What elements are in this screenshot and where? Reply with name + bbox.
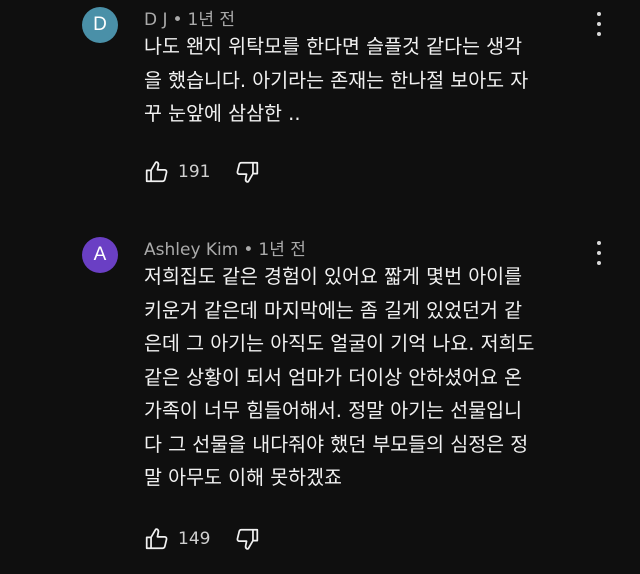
comment-text-line: 을 했습니다. 아기라는 존재는 한나절 보아도 자 [144, 68, 529, 92]
avatar-letter: A [93, 244, 107, 265]
comment-text-line: 키운거 같은데 마지막에는 좀 길게 있었던거 같 [144, 298, 523, 322]
thumbs-up-icon[interactable] [144, 526, 170, 552]
like-button[interactable]: 191 [144, 159, 210, 185]
meta-separator: • [243, 240, 254, 260]
comment-time[interactable]: 1년 전 [188, 10, 236, 30]
thumbs-up-icon[interactable] [144, 159, 170, 185]
comment-actions: 149 [144, 525, 260, 553]
comment-text-line: 은데 그 아기는 아직도 얼굴이 기억 나요. 저희도 [144, 332, 535, 355]
comment-meta: Ashley Kim • 1년 전 [144, 235, 306, 260]
meta-separator: • [172, 10, 183, 30]
dislike-button[interactable] [234, 526, 260, 552]
comment-text-line: 꾸 눈앞에 삼삼한 .. [144, 102, 301, 125]
comment-text-line: 말 아무도 이해 못하겠죠 [144, 466, 342, 489]
comment-text: 나도 왠지 위탁모를 한다면 슬플것 같다는 생각 을 했습니다. 아기라는 존… [144, 30, 594, 131]
avatar[interactable]: A [82, 237, 118, 273]
comment-text-line: 가족이 너무 힘들어해서. 정말 아기는 선물입니 [144, 399, 523, 422]
comment-text-line: 나도 왠지 위탁모를 한다면 슬플것 같다는 생각 [144, 35, 523, 58]
dislike-button[interactable] [234, 159, 260, 185]
thumbs-down-icon[interactable] [234, 526, 260, 552]
thumbs-down-icon[interactable] [234, 159, 260, 185]
comment-text: 저희집도 같은 경험이 있어요 짧게 몇번 아이를 키운거 같은데 마지막에는 … [144, 260, 594, 495]
like-count: 149 [178, 529, 211, 549]
comment-meta: D J • 1년 전 [144, 5, 235, 30]
avatar[interactable]: D [82, 7, 118, 43]
comment-author[interactable]: Ashley Kim [144, 240, 238, 260]
comment-text-line: 같은 상황이 되서 엄마가 더이상 안하셨어요 온 [144, 365, 523, 389]
comment-author[interactable]: D J [144, 10, 168, 30]
comment-actions: 191 [144, 158, 260, 186]
comment-time[interactable]: 1년 전 [258, 240, 306, 260]
avatar-letter: D [93, 14, 107, 35]
like-count: 191 [178, 162, 211, 182]
comment-text-line: 다 그 선물을 내다줘야 했던 부모들의 심정은 정 [144, 432, 529, 456]
like-button[interactable]: 149 [144, 526, 210, 552]
comment-text-line: 저희집도 같은 경험이 있어요 짧게 몇번 아이를 [144, 265, 523, 288]
